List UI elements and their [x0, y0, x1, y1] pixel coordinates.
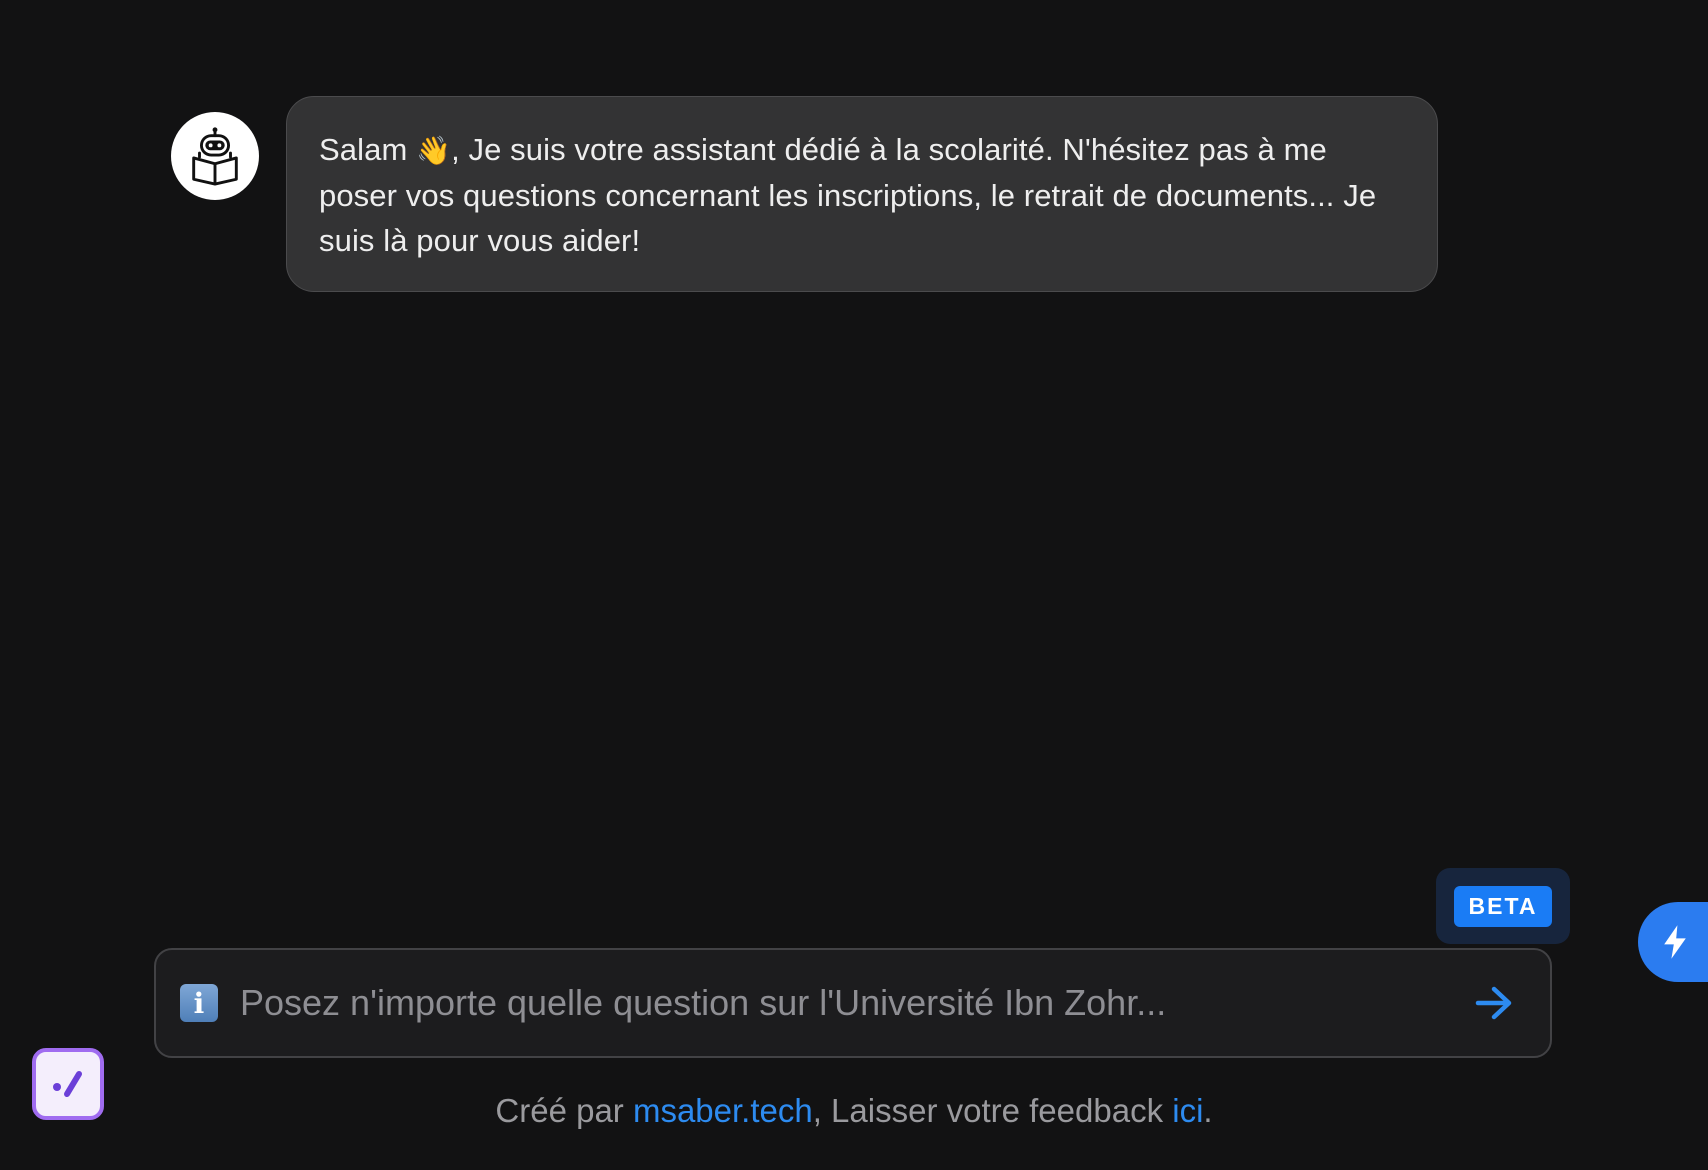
author-link[interactable]: msaber.tech	[633, 1092, 813, 1129]
send-button[interactable]	[1464, 973, 1524, 1033]
footer-credits: Créé par msaber.tech, Laisser votre feed…	[0, 1092, 1708, 1130]
quick-action-button[interactable]	[1638, 902, 1708, 982]
info-icon: i	[180, 984, 218, 1022]
beta-badge-container: BETA	[1436, 868, 1570, 944]
footer-middle: , Laisser votre feedback	[812, 1092, 1173, 1129]
message-text: , Je suis votre assistant dédié à la sco…	[319, 132, 1377, 258]
assistant-message: Salam 👋, Je suis votre assistant dédié à…	[171, 96, 1438, 292]
bot-avatar	[171, 112, 259, 200]
chat-page: Salam 👋, Je suis votre assistant dédié à…	[0, 0, 1708, 1170]
arrow-right-icon	[1475, 986, 1512, 1020]
waving-hand-icon: 👋	[416, 134, 452, 167]
beta-badge: BETA	[1453, 885, 1553, 927]
lightning-bolt-icon	[1664, 925, 1686, 959]
greeting-text: Salam	[319, 132, 408, 167]
footer-prefix: Créé par	[495, 1092, 633, 1129]
footer-suffix: .	[1203, 1092, 1213, 1129]
assistant-message-bubble: Salam 👋, Je suis votre assistant dédié à…	[286, 96, 1438, 292]
question-input[interactable]	[238, 981, 1464, 1025]
question-input-bar: i	[154, 948, 1552, 1058]
robot-reading-book-icon	[192, 127, 238, 186]
feedback-link[interactable]: ici	[1172, 1092, 1203, 1129]
